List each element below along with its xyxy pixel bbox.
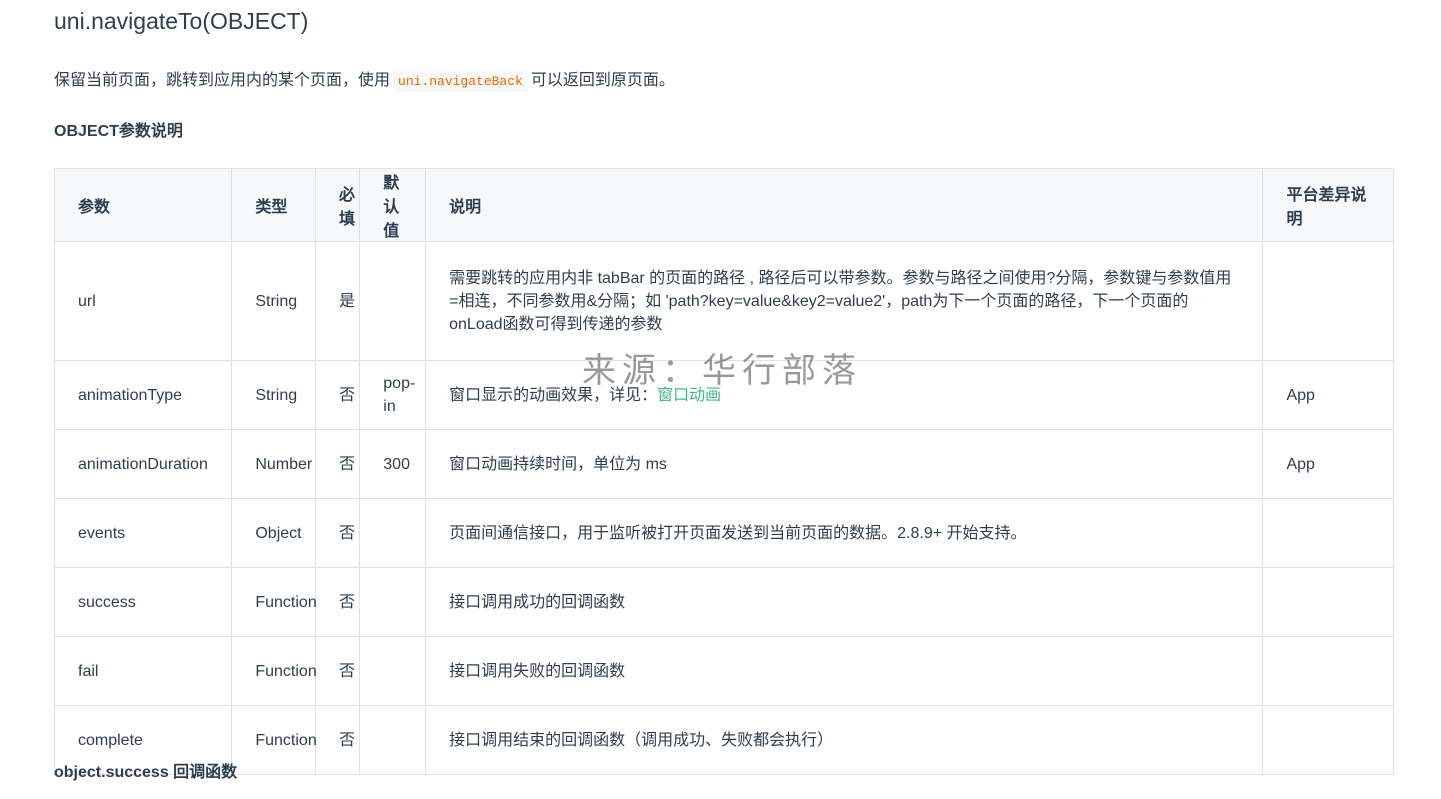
cell-platform: [1262, 498, 1394, 568]
window-animation-link[interactable]: 窗口动画: [657, 387, 721, 404]
cell-default: [359, 567, 427, 637]
doc-page: uni.navigateTo(OBJECT) 保留当前页面，跳转到应用内的某个页…: [0, 0, 1441, 799]
cell-required: 否: [314, 636, 361, 706]
cell-description: 接口调用成功的回调函数: [425, 567, 1264, 637]
table-row: success Function 否 接口调用成功的回调函数: [53, 567, 1394, 637]
cell-name: fail: [53, 636, 233, 706]
cell-default: [359, 705, 427, 775]
cell-required: 否: [314, 705, 361, 775]
cell-required: 否: [314, 429, 361, 499]
header-required: 必填: [314, 168, 361, 242]
cell-platform: [1262, 705, 1394, 775]
cell-type: Number: [231, 429, 316, 499]
cell-default: [359, 498, 427, 568]
api-description: 保留当前页面，跳转到应用内的某个页面，使用 uni.navigateBack 可以返…: [54, 70, 675, 93]
cell-platform: [1262, 567, 1394, 637]
cell-description: 窗口显示的动画效果，详见：窗口动画: [425, 360, 1264, 430]
cell-type: Function: [231, 636, 317, 706]
cell-required: 否: [314, 567, 361, 637]
cell-description: 接口调用失败的回调函数: [425, 636, 1264, 706]
cell-name: url: [53, 241, 233, 361]
cell-required: 否: [314, 498, 361, 568]
header-platform: 平台差异说明: [1262, 168, 1394, 242]
params-table: 参数 类型 必填 默认值 说明 平台差异说明 url String 是 需要跳转…: [53, 168, 1394, 775]
cell-description: 接口调用结束的回调函数（调用成功、失败都会执行）: [425, 705, 1264, 775]
cell-description: 需要跳转的应用内非 tabBar 的页面的路径 , 路径后可以带参数。参数与路径…: [425, 241, 1264, 361]
cell-description-text: 窗口显示的动画效果，详见：: [449, 386, 658, 404]
description-text-after: 可以返回到原页面。: [530, 72, 675, 89]
cell-type: Function: [231, 567, 317, 637]
cell-default: [359, 241, 427, 361]
table-row: events Object 否 页面间通信接口，用于监听被打开页面发送到当前页面…: [53, 498, 1394, 568]
api-title: uni.navigateTo(OBJECT): [54, 8, 309, 34]
cell-default: [359, 636, 427, 706]
table-row: animationDuration Number 否 300 窗口动画持续时间，…: [53, 429, 1394, 499]
cell-type: Object: [231, 498, 316, 568]
cell-type: String: [231, 241, 316, 361]
cell-description: 窗口动画持续时间，单位为 ms: [425, 429, 1264, 499]
header-default: 默认值: [359, 168, 427, 242]
cell-name: events: [53, 498, 233, 568]
cell-platform: App: [1262, 429, 1394, 499]
cell-platform: App: [1262, 360, 1394, 430]
table-row: url String 是 需要跳转的应用内非 tabBar 的页面的路径 , 路…: [53, 241, 1394, 361]
cell-platform: [1262, 241, 1394, 361]
table-header-row: 参数 类型 必填 默认值 说明 平台差异说明: [53, 168, 1394, 242]
cell-required: 否: [314, 360, 361, 430]
header-type: 类型: [231, 168, 316, 242]
inline-code-navigateback: uni.navigateBack: [393, 71, 528, 92]
table-row: fail Function 否 接口调用失败的回调函数: [53, 636, 1394, 706]
params-heading: OBJECT参数说明: [54, 123, 183, 140]
table-row: animationType String 否 pop-in 窗口显示的动画效果，…: [53, 360, 1394, 430]
cell-required: 是: [314, 241, 361, 361]
cell-name: animationDuration: [53, 429, 233, 499]
cell-name: animationType: [53, 360, 233, 430]
header-description: 说明: [425, 168, 1264, 242]
cell-name: success: [53, 567, 233, 637]
description-text-before: 保留当前页面，跳转到应用内的某个页面，使用: [54, 72, 391, 89]
cell-default: pop-in: [359, 360, 427, 430]
header-param: 参数: [53, 168, 233, 242]
cell-type: String: [231, 360, 316, 430]
cell-description: 页面间通信接口，用于监听被打开页面发送到当前页面的数据。2.8.9+ 开始支持。: [425, 498, 1264, 568]
cell-default: 300: [359, 429, 427, 499]
cell-platform: [1262, 636, 1394, 706]
table-row: complete Function 否 接口调用结束的回调函数（调用成功、失败都…: [53, 705, 1394, 775]
success-callback-heading: object.success 回调函数: [54, 764, 238, 781]
cell-type: Function: [231, 705, 317, 775]
